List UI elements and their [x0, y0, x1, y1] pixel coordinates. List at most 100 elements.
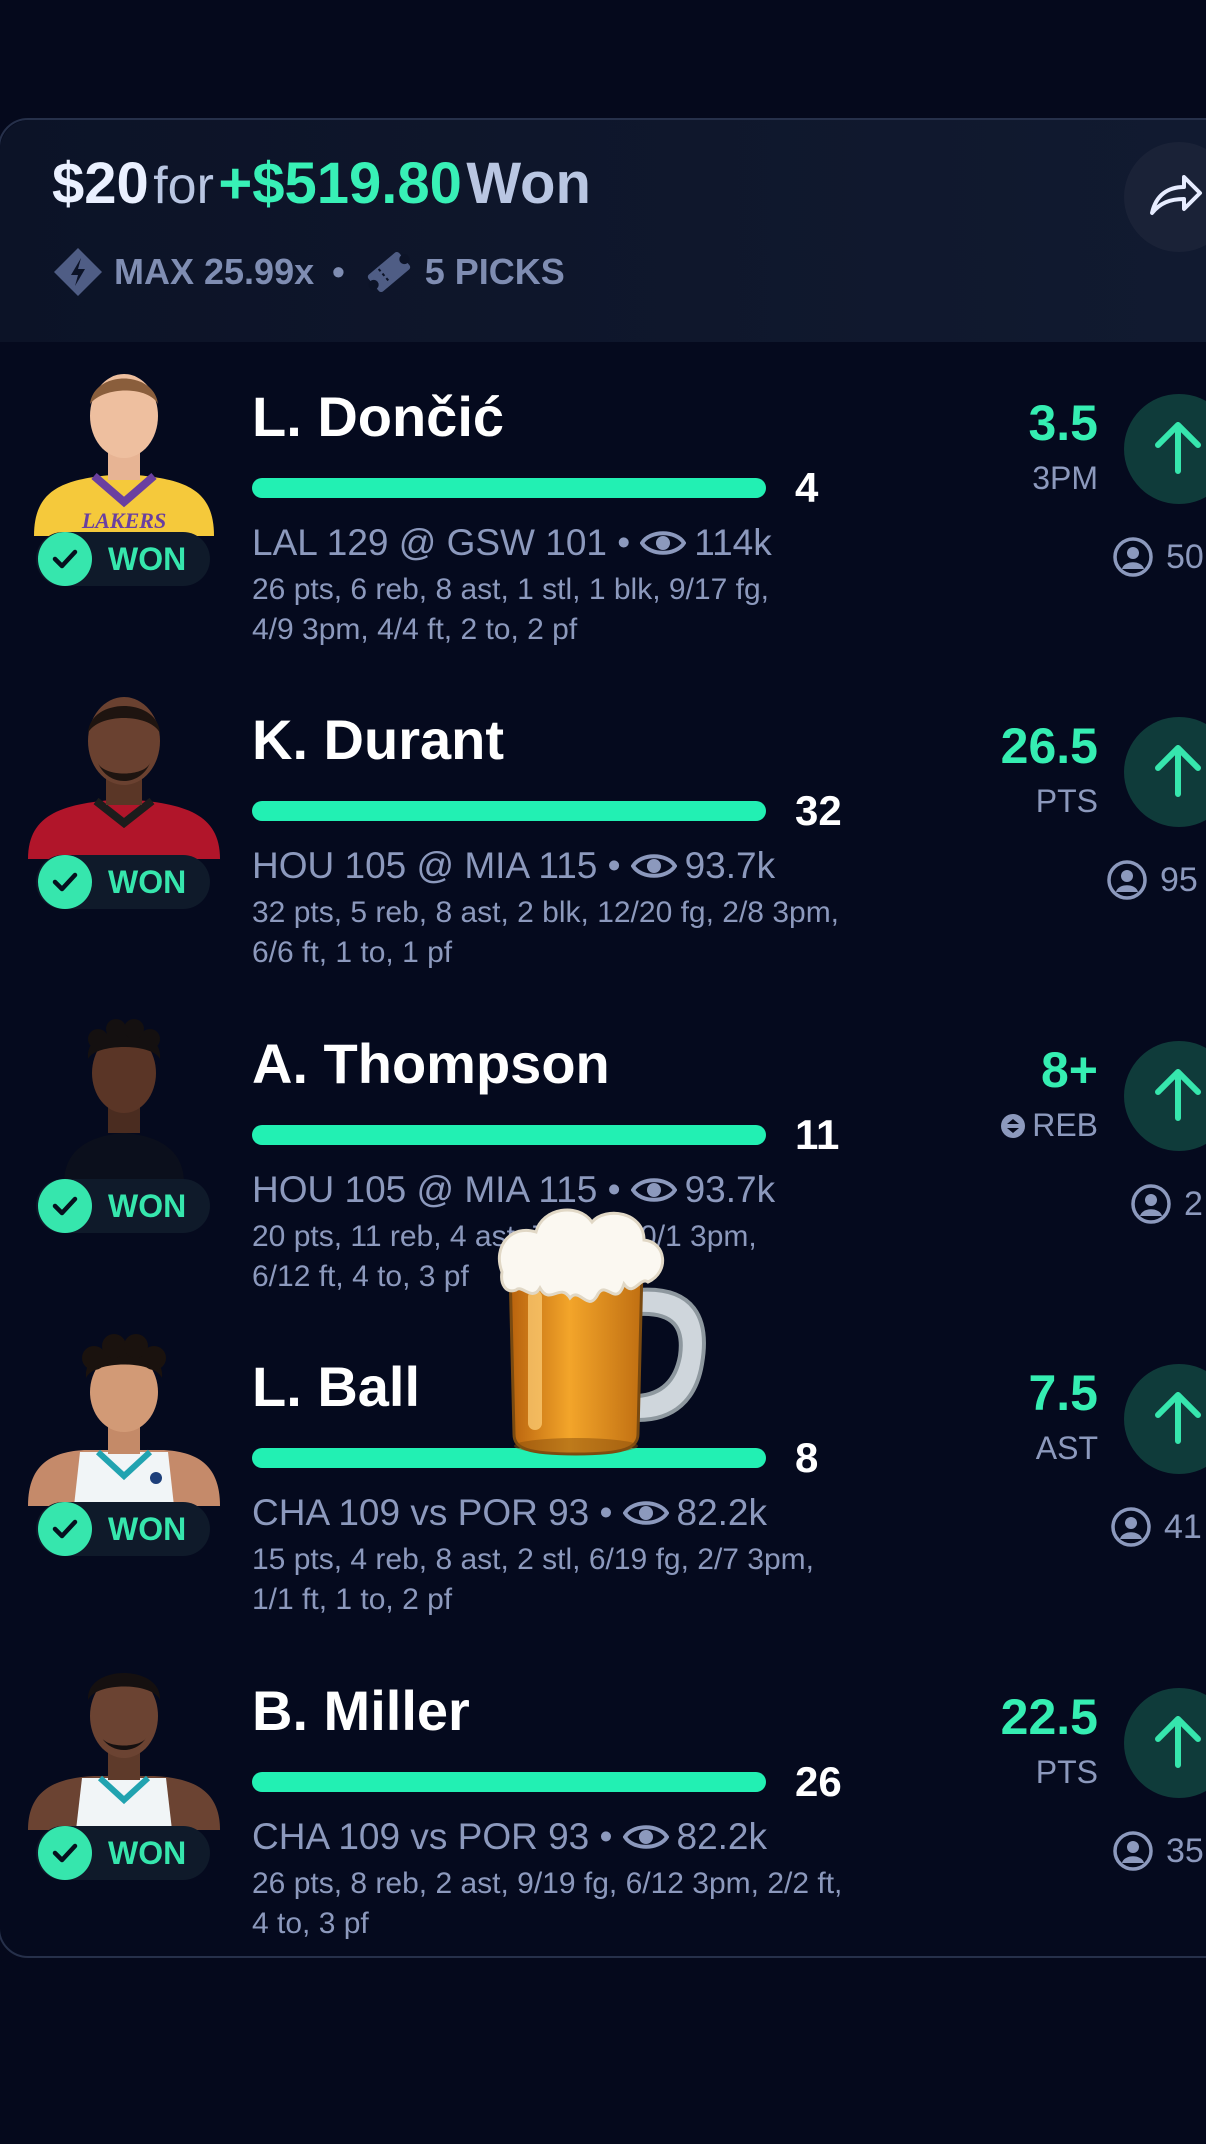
box-score-line: 6/6 ft, 1 to, 1 pf — [252, 936, 453, 969]
game-info: CHA 109 vs POR 93 • 82.2k — [252, 1816, 767, 1858]
entry-status: Won — [466, 151, 591, 216]
actual-stat: 4 — [795, 464, 819, 511]
player-photo — [24, 1654, 224, 1830]
view-count: 82.2k — [676, 1492, 768, 1533]
pick-row[interactable]: WON B. Miller 26 CHA 109 vs POR 93 • 82.… — [0, 1654, 1206, 1974]
user-count: 35 — [1166, 1831, 1204, 1870]
game-score: CHA 109 vs POR 93 • — [252, 1816, 613, 1857]
actual-stat: 26 — [795, 1758, 842, 1805]
game-info: CHA 109 vs POR 93 • 82.2k — [252, 1492, 767, 1534]
max-multiplier: MAX 25.99x — [114, 251, 315, 292]
player-name: L. Ball — [252, 1355, 421, 1418]
stat-type-label: PTS — [1035, 783, 1098, 819]
box-score-line: 26 pts, 6 reb, 8 ast, 1 stl, 1 blk, 9/17… — [252, 573, 769, 606]
box-score-line: 32 pts, 5 reb, 8 ast, 2 blk, 12/20 fg, 2… — [252, 896, 840, 929]
more-button[interactable] — [1124, 1688, 1206, 1798]
pick-users: 50 — [1112, 536, 1204, 578]
user-icon — [1130, 1183, 1172, 1225]
svg-text:LAKERS: LAKERS — [81, 508, 166, 533]
box-score: 32 pts, 5 reb, 8 ast, 2 blk, 12/20 fg, 2… — [252, 893, 972, 973]
game-score: HOU 105 @ MIA 115 • — [252, 845, 621, 886]
stat-type-label: PTS — [1035, 1754, 1098, 1790]
progress-bar — [252, 801, 766, 821]
pick-users: 95 — [1106, 859, 1198, 901]
game-score: CHA 109 vs POR 93 • — [252, 1492, 613, 1533]
entry-title: $20 for +$519.80 Won — [52, 150, 591, 217]
ticket-icon — [363, 246, 415, 298]
entry-summary: MAX 25.99x • 5 PICKS — [52, 246, 565, 298]
box-score-line: 4/9 3pm, 4/4 ft, 2 to, 2 pf — [252, 613, 578, 646]
game-info: LAL 129 @ GSW 101 • 114k — [252, 522, 772, 564]
more-button[interactable] — [1124, 1041, 1206, 1151]
stat-type: AST — [1036, 1430, 1098, 1467]
diamond-multiplier-icon — [52, 246, 104, 298]
user-icon — [1112, 536, 1154, 578]
pick-row[interactable]: WON K. Durant 32 HOU 105 @ MIA 115 • 93.… — [0, 683, 1206, 1003]
view-count: 114k — [694, 522, 772, 563]
won-label: WON — [108, 1834, 187, 1871]
won-label: WON — [108, 863, 187, 900]
progress-bar — [252, 1125, 766, 1145]
beer-mug-icon — [488, 1198, 718, 1458]
user-count: 95 — [1160, 860, 1198, 899]
check-icon — [38, 855, 92, 909]
stat-type: PTS — [1036, 1754, 1098, 1791]
box-score-line: 26 pts, 8 reb, 2 ast, 9/19 fg, 6/12 3pm,… — [252, 1867, 843, 1900]
won-label: WON — [108, 1510, 187, 1547]
arrow-up-icon — [1152, 1066, 1204, 1127]
check-icon — [38, 1179, 92, 1233]
won-badge: WON — [36, 532, 210, 586]
actual-stat: 11 — [795, 1111, 840, 1158]
player-photo — [24, 1330, 224, 1506]
box-score-line: 4 to, 3 pf — [252, 1907, 369, 1940]
eye-icon — [640, 527, 687, 559]
view-count: 82.2k — [676, 1816, 768, 1857]
stat-type-label: REB — [1032, 1107, 1098, 1143]
won-label: WON — [108, 540, 187, 577]
more-button[interactable] — [1124, 1364, 1206, 1474]
eye-icon — [630, 850, 677, 882]
pick-users: 41 — [1110, 1506, 1202, 1548]
user-icon — [1110, 1506, 1152, 1548]
check-icon — [38, 532, 92, 586]
more-button[interactable] — [1124, 394, 1206, 504]
stat-type: 3PM — [1032, 460, 1098, 497]
stat-type-label: 3PM — [1032, 460, 1098, 496]
user-count: 2 — [1184, 1184, 1203, 1223]
won-badge: WON — [36, 855, 210, 909]
projection-line: 26.5 — [1000, 718, 1098, 774]
toggle-icon — [1000, 1113, 1026, 1139]
arrow-up-icon — [1152, 742, 1204, 803]
won-badge: WON — [36, 1179, 210, 1233]
eye-icon — [622, 1821, 669, 1853]
player-name: B. Miller — [252, 1679, 470, 1742]
view-count: 93.7k — [684, 845, 776, 886]
check-icon — [38, 1826, 92, 1880]
pick-row[interactable]: LAKERS WON L. Dončić 4 LAL 129 @ GSW 101… — [0, 360, 1206, 680]
box-score: 15 pts, 4 reb, 8 ast, 2 stl, 6/19 fg, 2/… — [252, 1540, 972, 1620]
box-score-line: 15 pts, 4 reb, 8 ast, 2 stl, 6/19 fg, 2/… — [252, 1543, 814, 1576]
stat-type-label: AST — [1035, 1430, 1098, 1466]
player-photo — [24, 1007, 224, 1183]
stake-amount: $20 — [52, 151, 149, 216]
player-name: A. Thompson — [252, 1032, 610, 1095]
box-score: 26 pts, 6 reb, 8 ast, 1 stl, 1 blk, 9/17… — [252, 570, 972, 650]
projection-line: 22.5 — [1000, 1689, 1098, 1745]
picks-count: 5 PICKS — [424, 251, 565, 292]
player-name: K. Durant — [252, 708, 504, 771]
check-icon — [38, 1502, 92, 1556]
more-button[interactable] — [1124, 717, 1206, 827]
user-count: 50 — [1166, 537, 1204, 576]
arrow-up-icon — [1152, 419, 1204, 480]
summary-separator: • — [332, 251, 345, 292]
actual-stat: 8 — [795, 1434, 819, 1481]
pick-users: 2 — [1130, 1183, 1203, 1225]
player-photo: LAKERS — [24, 360, 224, 536]
won-label: WON — [108, 1187, 187, 1224]
user-count: 41 — [1164, 1507, 1202, 1546]
winnings-amount: +$519.80 — [218, 151, 462, 216]
pick-users: 35 — [1112, 1830, 1204, 1872]
for-label: for — [153, 157, 214, 215]
arrow-up-icon — [1152, 1713, 1204, 1774]
stat-type: REB — [1000, 1107, 1098, 1144]
